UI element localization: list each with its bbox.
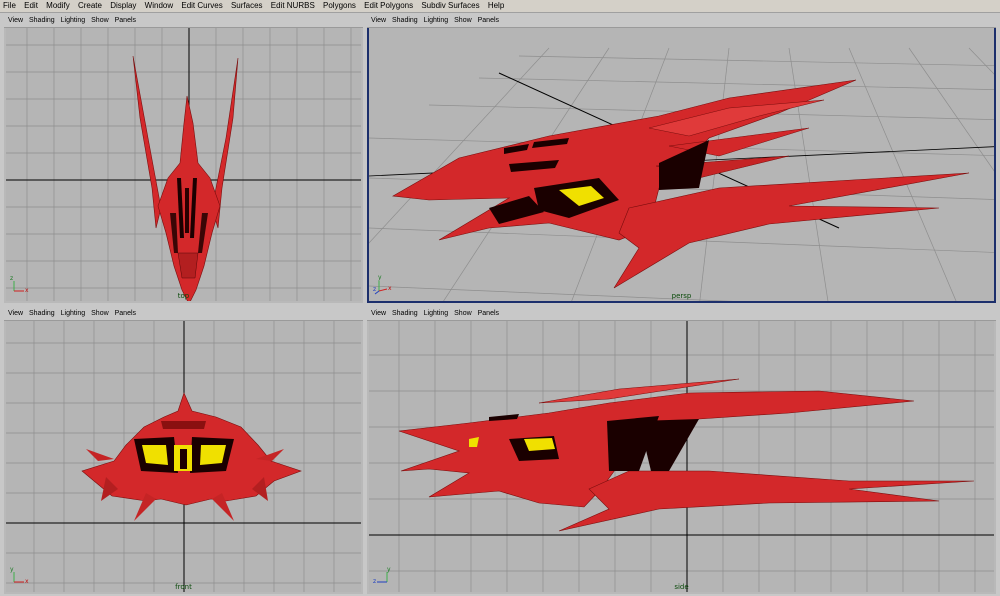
panel-menu-shading[interactable]: Shading bbox=[27, 308, 57, 320]
panel-menu-lighting[interactable]: Lighting bbox=[59, 15, 88, 27]
viewport-pane-persp[interactable]: View Shading Lighting Show Panels y z x … bbox=[367, 15, 996, 303]
panel-menu-lighting[interactable]: Lighting bbox=[422, 308, 451, 320]
viewport-canvas-persp[interactable]: y z x persp bbox=[369, 28, 994, 301]
panel-menubar: View Shading Lighting Show Panels bbox=[4, 308, 363, 321]
side-view-scene bbox=[369, 321, 994, 592]
viewport-canvas-front[interactable]: y x front bbox=[6, 321, 361, 592]
spaceship-model-top[interactable] bbox=[132, 55, 239, 301]
axis-label-x: x bbox=[388, 285, 392, 292]
menu-edit[interactable]: Edit bbox=[21, 0, 41, 12]
menu-subdiv-surfaces[interactable]: Subdiv Surfaces bbox=[418, 0, 482, 12]
axis-label-y: y bbox=[10, 566, 14, 573]
panel-menu-shading[interactable]: Shading bbox=[390, 15, 420, 27]
camera-label-side: side bbox=[674, 583, 689, 591]
menu-edit-polygons[interactable]: Edit Polygons bbox=[361, 0, 416, 12]
panel-menu-panels[interactable]: Panels bbox=[113, 15, 138, 27]
panel-menu-view[interactable]: View bbox=[4, 308, 25, 320]
panel-menu-view[interactable]: View bbox=[4, 15, 25, 27]
menu-modify[interactable]: Modify bbox=[43, 0, 73, 12]
panel-menu-panels[interactable]: Panels bbox=[476, 15, 501, 27]
main-menubar: File Edit Modify Create Display Window E… bbox=[0, 0, 1000, 13]
menu-edit-curves[interactable]: Edit Curves bbox=[178, 0, 225, 12]
panel-menu-show[interactable]: Show bbox=[89, 308, 111, 320]
camera-label-front: front bbox=[175, 583, 192, 591]
spaceship-model-persp[interactable] bbox=[392, 79, 970, 289]
persp-view-scene bbox=[369, 47, 994, 301]
menu-window[interactable]: Window bbox=[142, 0, 176, 12]
axis-label-y: y bbox=[387, 566, 391, 573]
top-view-scene bbox=[6, 28, 361, 301]
menu-display[interactable]: Display bbox=[107, 0, 139, 12]
panel-menu-view[interactable]: View bbox=[367, 308, 388, 320]
viewport-pane-top[interactable]: View Shading Lighting Show Panels z x to… bbox=[4, 15, 363, 303]
panel-menu-shading[interactable]: Shading bbox=[390, 308, 420, 320]
panel-menu-view[interactable]: View bbox=[367, 15, 388, 27]
panel-menubar: View Shading Lighting Show Panels bbox=[367, 15, 996, 28]
menu-file[interactable]: File bbox=[0, 0, 19, 12]
axis-label-y: y bbox=[378, 274, 382, 281]
panel-menu-lighting[interactable]: Lighting bbox=[59, 308, 88, 320]
panel-menu-shading[interactable]: Shading bbox=[27, 15, 57, 27]
viewport-canvas-top[interactable]: z x top bbox=[6, 28, 361, 301]
viewport-pane-front[interactable]: View Shading Lighting Show Panels y x fr… bbox=[4, 308, 363, 594]
menu-polygons[interactable]: Polygons bbox=[320, 0, 359, 12]
camera-label-top: top bbox=[177, 292, 190, 300]
viewport-canvas-side[interactable]: y z side bbox=[369, 321, 994, 592]
menu-edit-nurbs[interactable]: Edit NURBS bbox=[268, 0, 318, 12]
viewport-pane-side[interactable]: View Shading Lighting Show Panels y z si… bbox=[367, 308, 996, 594]
panel-menu-show[interactable]: Show bbox=[452, 308, 474, 320]
panel-menu-show[interactable]: Show bbox=[452, 15, 474, 27]
spaceship-model-front[interactable] bbox=[81, 392, 302, 521]
panel-menu-lighting[interactable]: Lighting bbox=[422, 15, 451, 27]
panel-menu-panels[interactable]: Panels bbox=[113, 308, 138, 320]
menu-surfaces[interactable]: Surfaces bbox=[228, 0, 266, 12]
axis-label-z: z bbox=[10, 275, 14, 282]
panel-menu-panels[interactable]: Panels bbox=[476, 308, 501, 320]
menu-create[interactable]: Create bbox=[75, 0, 105, 12]
front-view-scene bbox=[6, 321, 361, 592]
menu-help[interactable]: Help bbox=[485, 0, 507, 12]
panel-menubar: View Shading Lighting Show Panels bbox=[4, 15, 363, 28]
panel-menubar: View Shading Lighting Show Panels bbox=[367, 308, 996, 321]
camera-label-persp: persp bbox=[671, 292, 692, 300]
panel-menu-show[interactable]: Show bbox=[89, 15, 111, 27]
